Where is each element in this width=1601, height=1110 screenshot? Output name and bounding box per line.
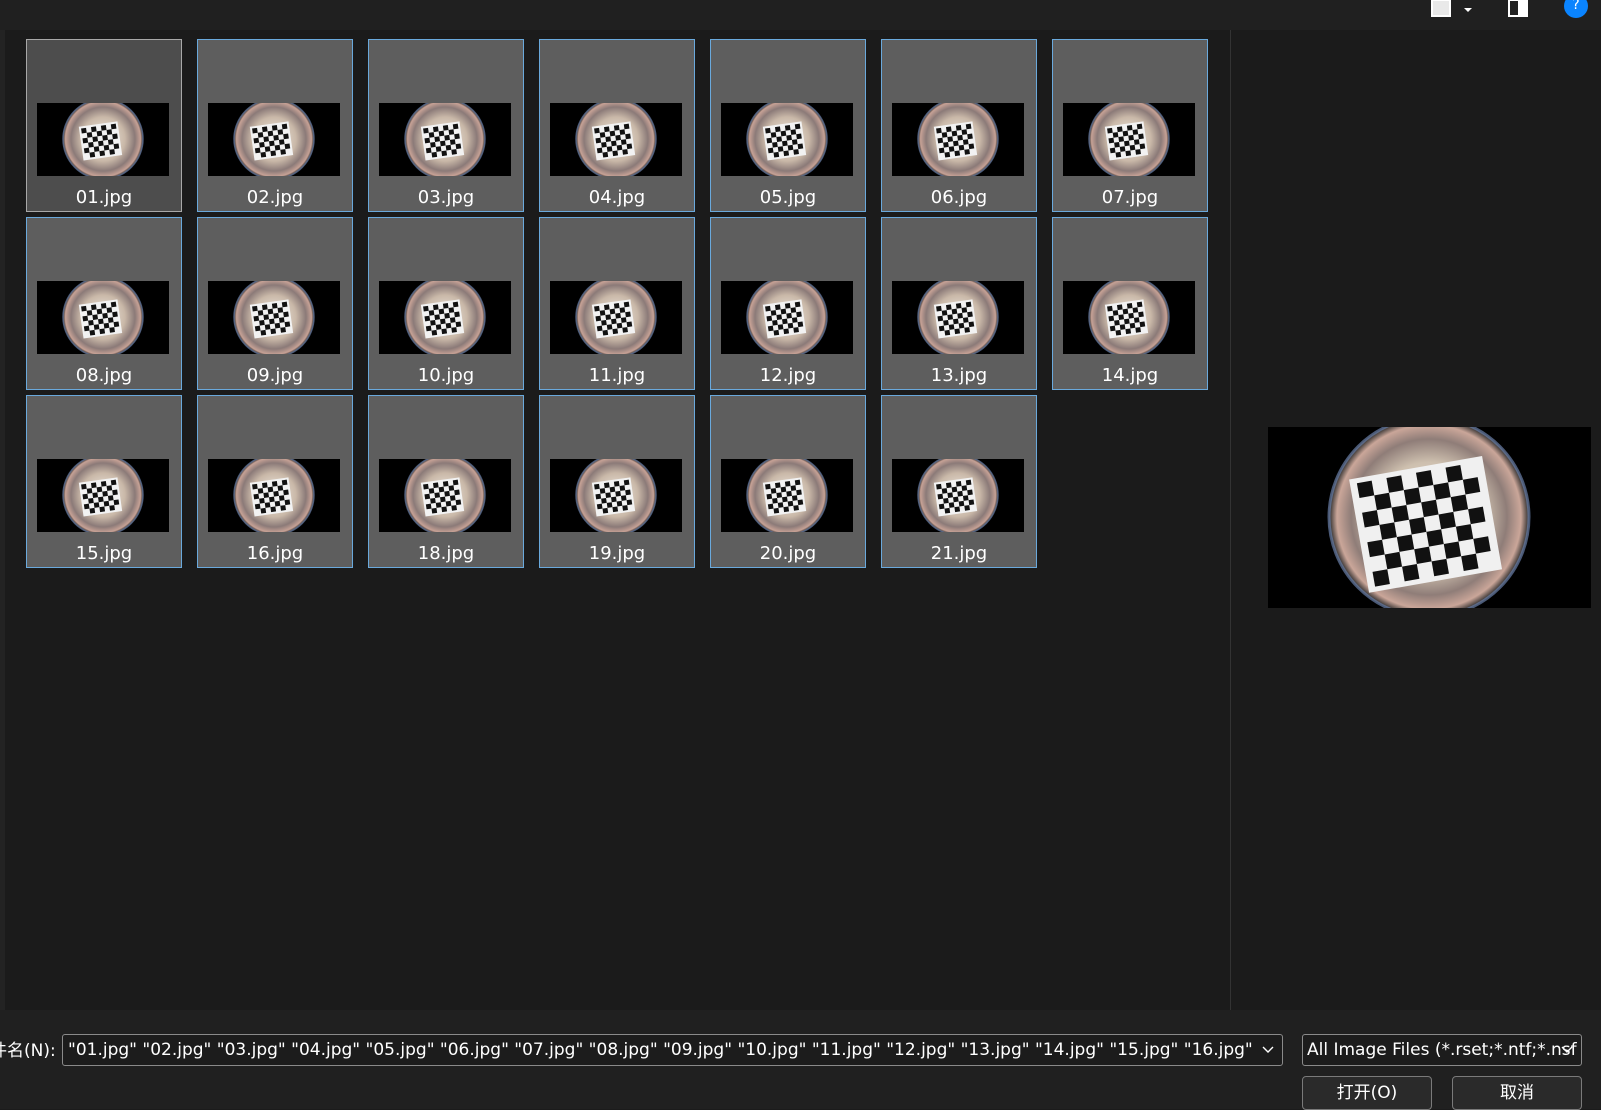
chevron-down-icon[interactable]: [1559, 1035, 1575, 1065]
file-name: 15.jpg: [75, 543, 133, 564]
file-name: 06.jpg: [930, 187, 988, 208]
file-tile[interactable]: 12.jpg: [710, 217, 866, 390]
file-thumbnail: [721, 281, 853, 354]
file-tile[interactable]: 13.jpg: [881, 217, 1037, 390]
file-name: 14.jpg: [1101, 365, 1159, 386]
filename-value[interactable]: "01.jpg" "02.jpg" "03.jpg" "04.jpg" "05.…: [68, 1040, 1253, 1060]
preview-image: [1268, 427, 1591, 608]
file-name: 10.jpg: [417, 365, 475, 386]
file-tile[interactable]: 04.jpg: [539, 39, 695, 212]
file-tile[interactable]: 19.jpg: [539, 395, 695, 568]
file-thumbnail: [892, 459, 1024, 532]
preview-pane: [1231, 30, 1601, 1010]
file-name: 16.jpg: [246, 543, 304, 564]
toolbar: ?: [0, 0, 1601, 31]
file-name: 13.jpg: [930, 365, 988, 386]
file-tile[interactable]: 03.jpg: [368, 39, 524, 212]
file-thumbnail: [1063, 103, 1195, 176]
file-thumbnail: [208, 103, 340, 176]
filetype-select[interactable]: All Image Files (*.rset;*.ntf;*.nsf: [1302, 1034, 1582, 1066]
file-tile[interactable]: 18.jpg: [368, 395, 524, 568]
file-thumbnail: [379, 281, 511, 354]
file-tile[interactable]: 07.jpg: [1052, 39, 1208, 212]
file-tile[interactable]: 06.jpg: [881, 39, 1037, 212]
file-tile[interactable]: 02.jpg: [197, 39, 353, 212]
file-name: 18.jpg: [417, 543, 475, 564]
filename-input[interactable]: "01.jpg" "02.jpg" "03.jpg" "04.jpg" "05.…: [62, 1034, 1283, 1066]
cancel-button[interactable]: 取消: [1452, 1076, 1582, 1110]
file-thumbnail: [721, 103, 853, 176]
file-name: 02.jpg: [246, 187, 304, 208]
help-label: ?: [1572, 0, 1580, 13]
file-thumbnail: [550, 459, 682, 532]
file-tile[interactable]: 21.jpg: [881, 395, 1037, 568]
file-thumbnail: [721, 459, 853, 532]
file-thumbnail: [208, 281, 340, 354]
file-thumbnail: [892, 103, 1024, 176]
file-thumbnail: [37, 103, 169, 176]
file-grid: 01.jpg 02.jpg 03.jpg 04.jpg 05.jpg 06.jpg 07.j…: [5, 30, 1230, 1010]
file-name: 05.jpg: [759, 187, 817, 208]
file-thumbnail: [379, 103, 511, 176]
open-button[interactable]: 打开(O): [1302, 1076, 1432, 1110]
file-thumbnail: [550, 281, 682, 354]
filetype-value[interactable]: All Image Files (*.rset;*.ntf;*.nsf: [1307, 1040, 1577, 1060]
chevron-down-icon[interactable]: [1260, 1035, 1276, 1065]
file-name: 19.jpg: [588, 543, 646, 564]
file-tile[interactable]: 05.jpg: [710, 39, 866, 212]
file-thumbnail: [892, 281, 1024, 354]
file-tile[interactable]: 11.jpg: [539, 217, 695, 390]
file-tile[interactable]: 15.jpg: [26, 395, 182, 568]
view-mode-icon[interactable]: [1428, 0, 1454, 20]
file-tile[interactable]: 10.jpg: [368, 217, 524, 390]
file-thumbnail: [37, 281, 169, 354]
file-name: 21.jpg: [930, 543, 988, 564]
file-tile[interactable]: 08.jpg: [26, 217, 182, 390]
file-name: 08.jpg: [75, 365, 133, 386]
file-name: 11.jpg: [588, 365, 646, 386]
file-tile[interactable]: 01.jpg: [26, 39, 182, 212]
file-tile[interactable]: 14.jpg: [1052, 217, 1208, 390]
file-tile[interactable]: 16.jpg: [197, 395, 353, 568]
file-name: 12.jpg: [759, 365, 817, 386]
file-thumbnail: [379, 459, 511, 532]
file-thumbnail: [550, 103, 682, 176]
file-tile[interactable]: 20.jpg: [710, 395, 866, 568]
file-thumbnail: [37, 459, 169, 532]
file-name: 04.jpg: [588, 187, 646, 208]
file-name: 09.jpg: [246, 365, 304, 386]
chevron-down-icon[interactable]: [1460, 0, 1476, 20]
filename-label: 件名(N):: [0, 1041, 56, 1061]
help-icon[interactable]: ?: [1562, 0, 1590, 20]
file-name: 01.jpg: [75, 187, 133, 208]
file-thumbnail: [1063, 281, 1195, 354]
file-thumbnail: [208, 459, 340, 532]
file-name: 20.jpg: [759, 543, 817, 564]
file-tile[interactable]: 09.jpg: [197, 217, 353, 390]
file-name: 07.jpg: [1101, 187, 1159, 208]
file-name: 03.jpg: [417, 187, 475, 208]
preview-pane-icon[interactable]: [1505, 0, 1531, 20]
